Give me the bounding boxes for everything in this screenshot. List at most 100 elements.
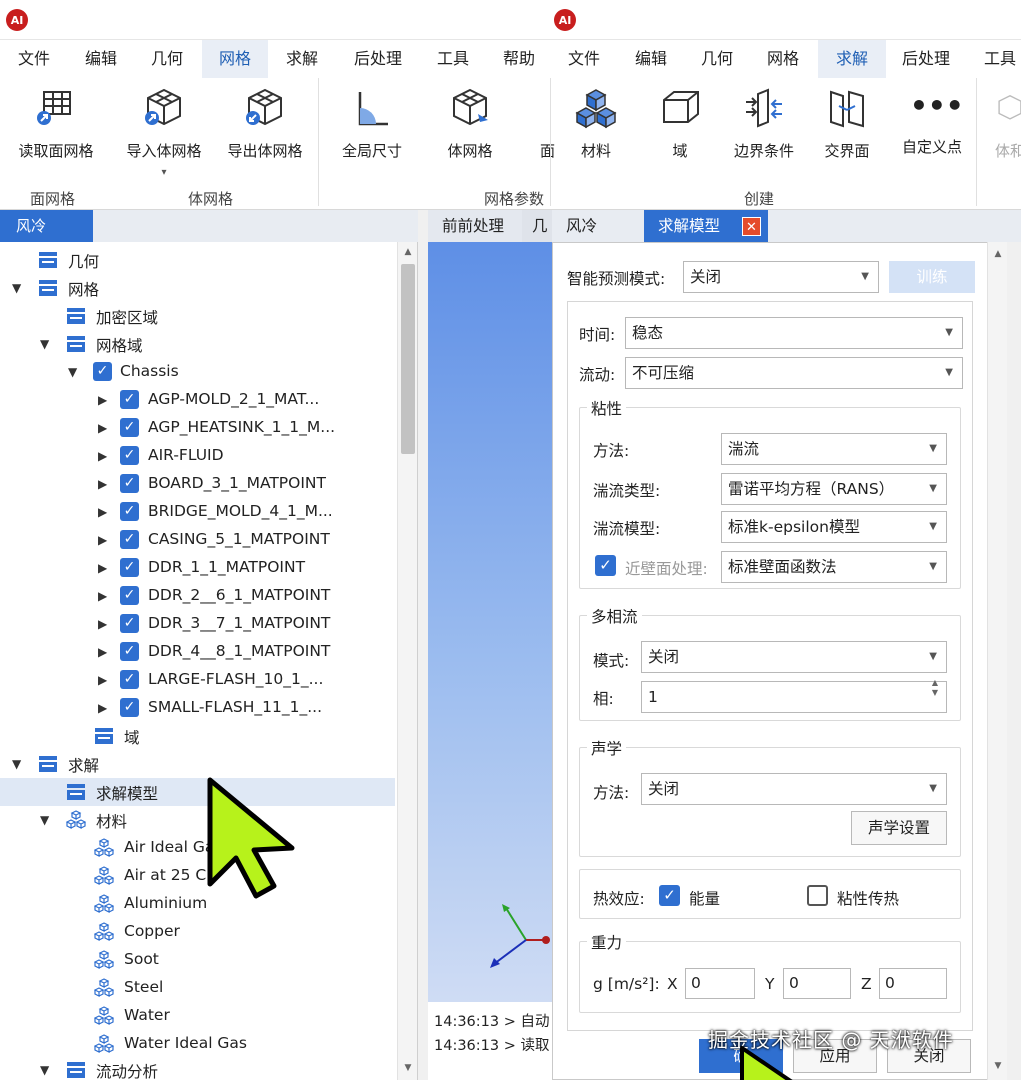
tree-item-material[interactable]: Water xyxy=(0,1002,395,1030)
expand-arrow-icon[interactable]: ▶ xyxy=(98,449,107,463)
viscous-heating-checkbox[interactable] xyxy=(807,885,828,906)
menu-tools[interactable]: 工具 xyxy=(420,40,486,78)
expand-arrow-icon[interactable]: ▼ xyxy=(40,813,49,827)
menu-solve[interactable]: 求解 xyxy=(818,40,886,78)
3d-viewport[interactable] xyxy=(428,242,552,1002)
tree-item-material[interactable]: Water Ideal Gas xyxy=(0,1030,395,1058)
volume-mesh-button[interactable]: 体网格 xyxy=(428,86,512,161)
tree-item-material[interactable]: Air Ideal Gas xyxy=(0,834,395,862)
tree-item-part[interactable]: ▶ ✓ AGP-MOLD_2_1_MAT... xyxy=(0,386,395,414)
spin-arrows-icon[interactable]: ▲ ▼ xyxy=(932,678,938,698)
checkbox-checked[interactable]: ✓ xyxy=(120,390,139,409)
gravity-x-input[interactable]: 0 xyxy=(685,968,755,999)
menu-edit[interactable]: 编辑 xyxy=(68,40,134,78)
panel-scrollbar[interactable]: ▲ ▼ xyxy=(987,242,1007,1080)
checkbox-checked[interactable]: ✓ xyxy=(93,362,112,381)
tree-item-mesh[interactable]: ▼ 网格 xyxy=(0,274,395,302)
scroll-down-icon[interactable]: ▼ xyxy=(990,1058,1006,1074)
expand-arrow-icon[interactable]: ▶ xyxy=(98,477,107,491)
expand-arrow-icon[interactable]: ▶ xyxy=(98,533,107,547)
expand-arrow-icon[interactable]: ▶ xyxy=(98,701,107,715)
tree-item-geometry[interactable]: 几何 xyxy=(0,246,395,274)
checkbox-checked[interactable]: ✓ xyxy=(120,558,139,577)
menu-file[interactable]: 文件 xyxy=(552,40,616,78)
checkbox-checked[interactable]: ✓ xyxy=(120,446,139,465)
menu-mesh[interactable]: 网格 xyxy=(202,40,268,78)
tree-item-refine-region[interactable]: 加密区域 xyxy=(0,302,395,330)
tree-item-materials[interactable]: ▼ 材料 xyxy=(0,806,395,834)
gravity-y-input[interactable]: 0 xyxy=(783,968,851,999)
tree-item-part[interactable]: ▶ ✓ DDR_4__8_1_MATPOINT xyxy=(0,638,395,666)
tree-item-part[interactable]: ▶ ✓ BOARD_3_1_MATPOINT xyxy=(0,470,395,498)
menu-edit[interactable]: 编辑 xyxy=(618,40,684,78)
expand-arrow-icon[interactable]: ▶ xyxy=(98,561,107,575)
expand-arrow-icon[interactable]: ▼ xyxy=(12,757,21,771)
checkbox-checked[interactable]: ✓ xyxy=(120,670,139,689)
tree-item-mesh-domain[interactable]: ▼ 网格域 xyxy=(0,330,395,358)
menu-solve[interactable]: 求解 xyxy=(268,40,336,78)
tree-item-part[interactable]: ▶ ✓ CASING_5_1_MATPOINT xyxy=(0,526,395,554)
expand-arrow-icon[interactable]: ▼ xyxy=(68,365,77,379)
menu-help[interactable]: 帮助 xyxy=(486,40,552,78)
near-wall-select[interactable]: 标准壁面函数法 ▼ xyxy=(721,551,947,583)
menu-postprocess[interactable]: 后处理 xyxy=(338,40,418,78)
menu-geometry[interactable]: 几何 xyxy=(684,40,750,78)
tree-item-flow-analysis[interactable]: ▼ 流动分析 xyxy=(0,1056,395,1080)
global-size-button[interactable]: 全局尺寸 xyxy=(330,86,414,161)
acoustics-method-select[interactable]: 关闭 ▼ xyxy=(641,773,947,805)
tab-air-cooling[interactable]: 风冷 xyxy=(0,210,93,242)
time-select[interactable]: 稳态 ▼ xyxy=(625,317,963,349)
checkbox-checked[interactable]: ✓ xyxy=(120,642,139,661)
gravity-z-input[interactable]: 0 xyxy=(879,968,947,999)
expand-arrow-icon[interactable]: ▶ xyxy=(98,673,107,687)
tree-item-solve-model[interactable]: 求解模型 xyxy=(0,778,395,806)
checkbox-checked[interactable]: ✓ xyxy=(120,614,139,633)
tab-preprocess[interactable]: 前前处理 xyxy=(428,210,522,242)
tab-geometry[interactable]: 几 xyxy=(522,210,552,242)
phase-spinbox[interactable]: 1 ▲ ▼ xyxy=(641,678,947,713)
domain-button[interactable]: 域 xyxy=(644,86,716,161)
checkbox-checked[interactable]: ✓ xyxy=(120,418,139,437)
expand-arrow-icon[interactable]: ▶ xyxy=(98,505,107,519)
near-wall-checkbox[interactable]: ✓ xyxy=(595,555,616,576)
tree-item-part[interactable]: ▶ ✓ AGP_HEATSINK_1_1_M... xyxy=(0,414,395,442)
viscosity-method-select[interactable]: 湍流 ▼ xyxy=(721,433,947,465)
expand-arrow-icon[interactable]: ▼ xyxy=(40,337,49,351)
interface-button[interactable]: 交界面 xyxy=(810,86,884,161)
tree-item-part[interactable]: ▶ ✓ AIR-FLUID xyxy=(0,442,395,470)
tree-item-material[interactable]: Air at 25 C xyxy=(0,862,395,890)
materials-button[interactable]: 材料 xyxy=(560,86,632,161)
menu-postprocess[interactable]: 后处理 xyxy=(886,40,966,78)
multiphase-mode-select[interactable]: 关闭 ▼ xyxy=(641,641,947,673)
menu-geometry[interactable]: 几何 xyxy=(134,40,200,78)
boundary-conditions-button[interactable]: 边界条件 xyxy=(724,86,804,161)
menu-mesh[interactable]: 网格 xyxy=(750,40,816,78)
tab-air-cooling[interactable]: 风冷 xyxy=(552,210,642,242)
checkbox-checked[interactable]: ✓ xyxy=(120,474,139,493)
close-icon[interactable]: ✕ xyxy=(742,217,761,236)
scroll-up-icon[interactable]: ▲ xyxy=(400,244,416,260)
expand-arrow-icon[interactable]: ▼ xyxy=(12,281,21,295)
menu-file[interactable]: 文件 xyxy=(0,40,68,78)
tree-item-part[interactable]: ▶ ✓ DDR_2__6_1_MATPOINT xyxy=(0,582,395,610)
train-button[interactable]: 训练 xyxy=(889,261,975,293)
turbulence-type-select[interactable]: 雷诺平均方程（RANS） ▼ xyxy=(721,473,947,505)
smart-mode-select[interactable]: 关闭 ▼ xyxy=(683,261,879,293)
tree-item-part[interactable]: ▶ ✓ SMALL-FLASH_11_1_... xyxy=(0,694,395,722)
body-button[interactable]: 体和 xyxy=(990,86,1021,161)
checkbox-checked[interactable]: ✓ xyxy=(120,698,139,717)
expand-arrow-icon[interactable]: ▶ xyxy=(98,421,107,435)
tree-scrollbar[interactable]: ▲ ▼ xyxy=(397,242,417,1080)
turbulence-model-select[interactable]: 标准k-epsilon模型 ▼ xyxy=(721,511,947,543)
tree-item-material[interactable]: Steel xyxy=(0,974,395,1002)
tree-item-part[interactable]: ▶ ✓ DDR_1_1_MATPOINT xyxy=(0,554,395,582)
checkbox-checked[interactable]: ✓ xyxy=(120,586,139,605)
menu-tools[interactable]: 工具 xyxy=(970,40,1021,78)
flow-select[interactable]: 不可压缩 ▼ xyxy=(625,357,963,389)
checkbox-checked[interactable]: ✓ xyxy=(120,530,139,549)
tree-item-material[interactable]: Aluminium xyxy=(0,890,395,918)
import-volume-mesh-button[interactable]: 导入体网格 ▾ xyxy=(116,86,212,178)
scrollbar-thumb[interactable] xyxy=(401,264,415,454)
scroll-up-icon[interactable]: ▲ xyxy=(990,246,1006,262)
tree-item-part[interactable]: ▶ ✓ BRIDGE_MOLD_4_1_M... xyxy=(0,498,395,526)
